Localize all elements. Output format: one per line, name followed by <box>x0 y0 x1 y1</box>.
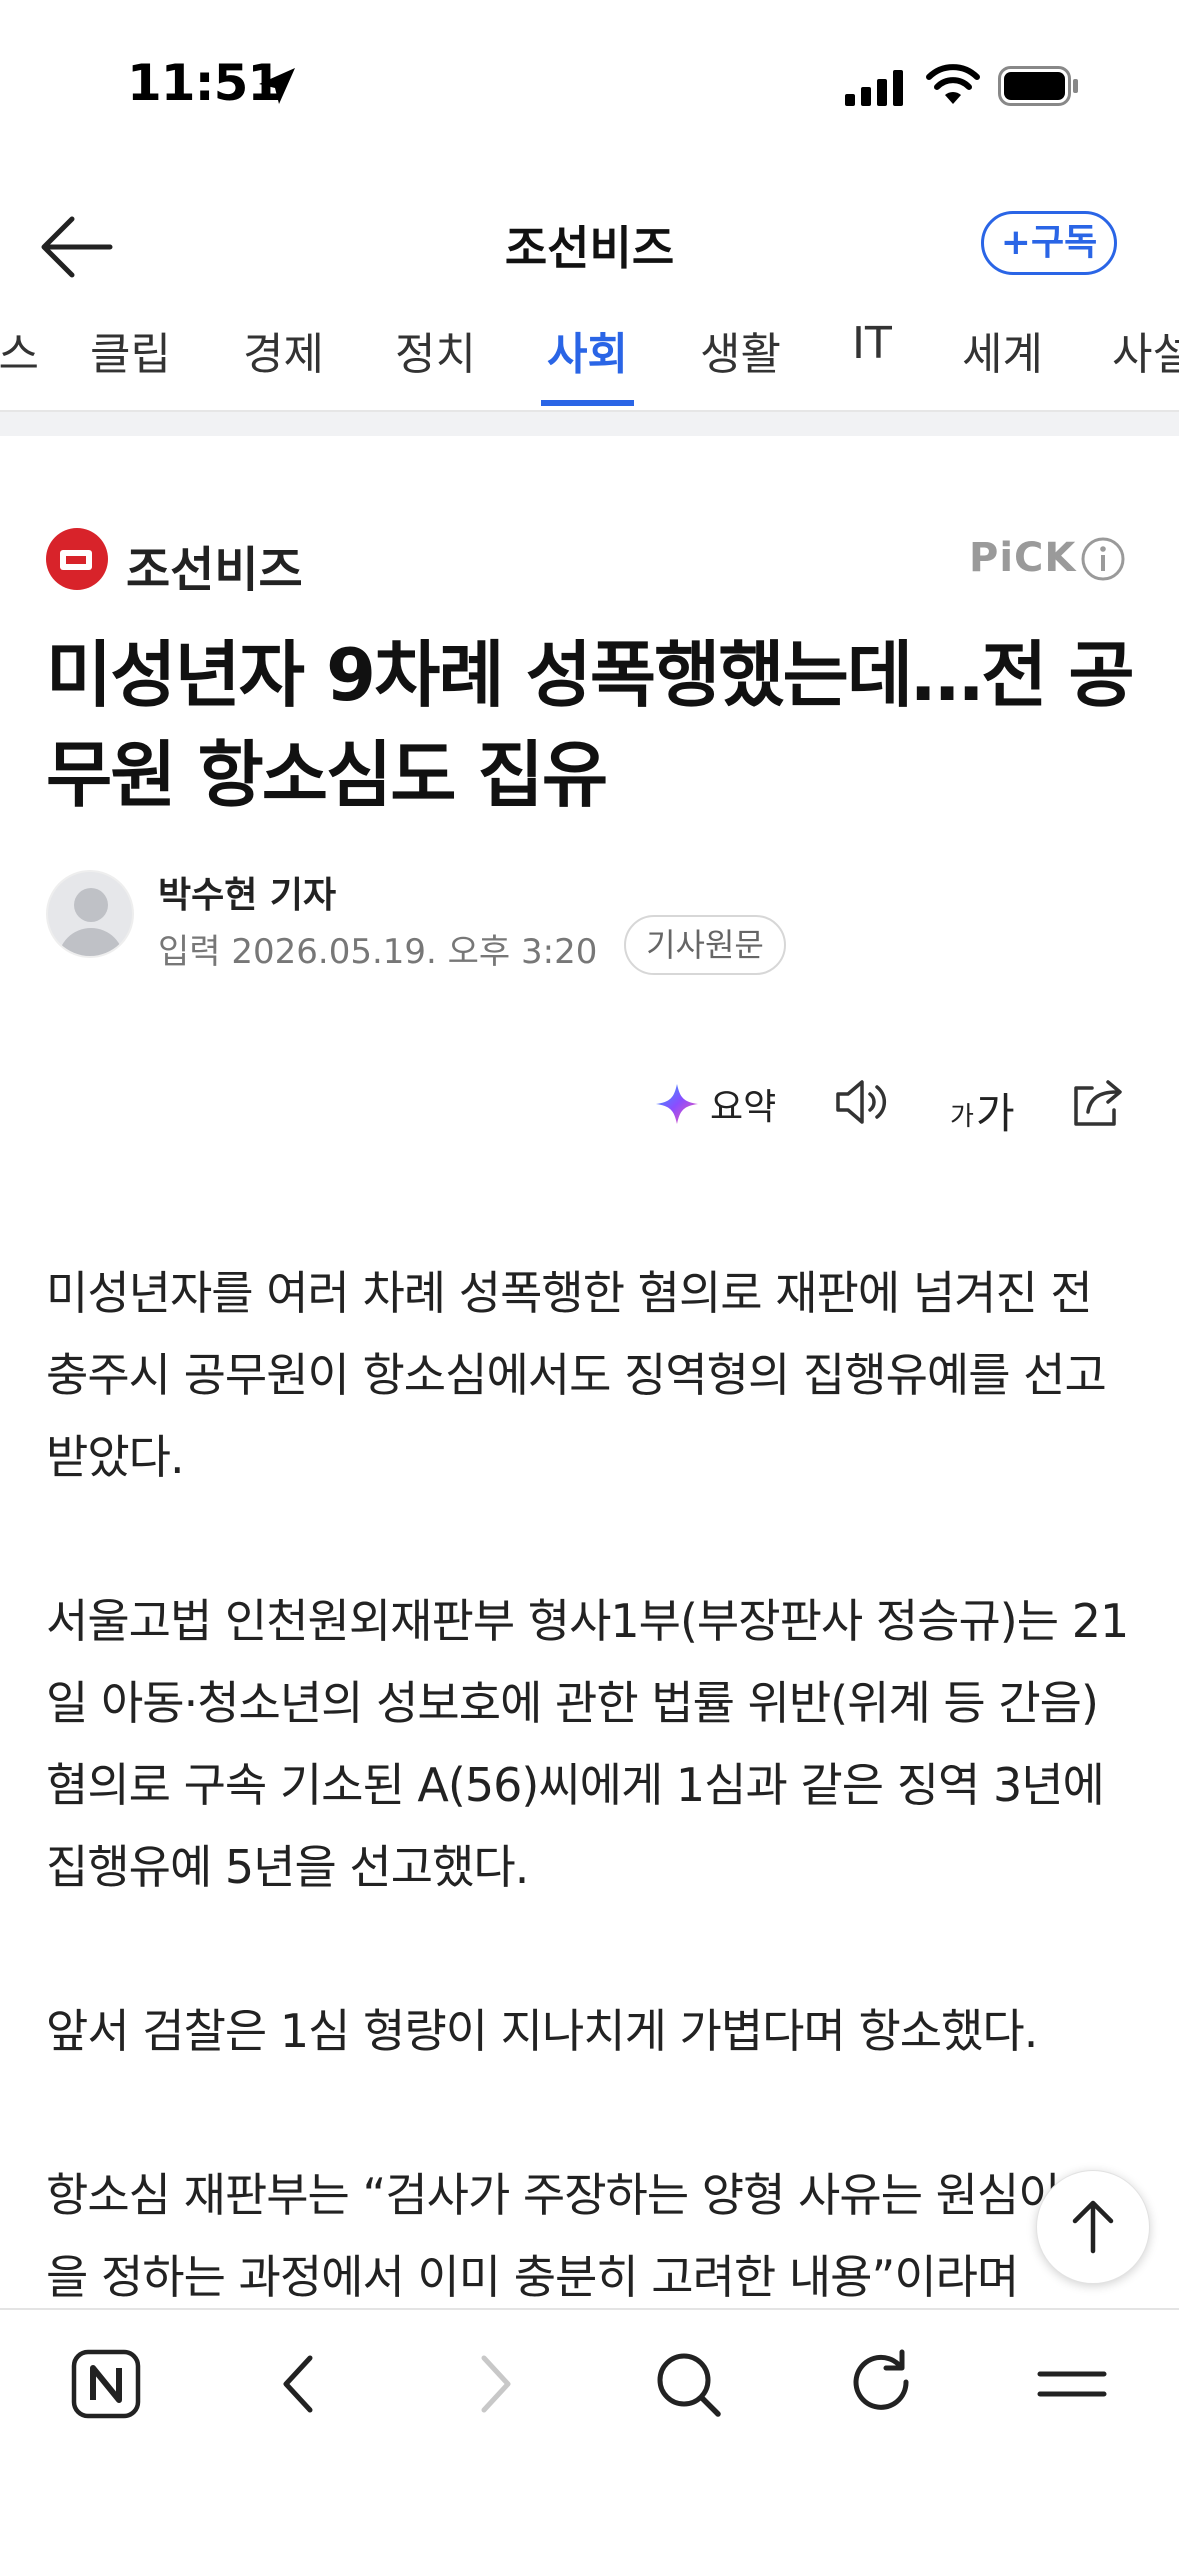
back-icon[interactable] <box>260 2344 340 2424</box>
press-name[interactable]: 조선비즈 <box>126 530 303 600</box>
location-arrow-icon <box>259 68 295 104</box>
battery-icon <box>998 66 1078 106</box>
scroll-to-top-button[interactable] <box>1036 2170 1150 2284</box>
tab-news[interactable]: 뉴스 <box>0 318 39 382</box>
section-separator <box>0 412 1179 436</box>
menu-icon[interactable] <box>1032 2344 1112 2424</box>
font-size-button[interactable]: 가 가 <box>950 1078 1020 1138</box>
tab-it[interactable]: IT <box>852 318 892 369</box>
article-body: 미성년자를 여러 차례 성폭행한 혐의로 재판에 넘겨진 전 충주시 공무원이 … <box>46 1252 1146 2400</box>
tab-clip[interactable]: 클립 <box>90 318 171 382</box>
reporter-name[interactable]: 박수현 기자 <box>158 866 336 918</box>
font-large-glyph: 가 <box>976 1089 1015 1138</box>
published-date: 입력 2026.05.19. 오후 3:20 <box>158 932 598 972</box>
pick-badge: PiCK <box>969 535 1077 581</box>
article-headline: 미성년자 9차례 성폭행했는데…전 공무원 항소심도 집유 <box>46 633 1135 817</box>
press-logo[interactable] <box>46 528 108 590</box>
tab-politics[interactable]: 정치 <box>395 318 476 382</box>
active-tab-indicator <box>541 400 634 406</box>
refresh-icon[interactable] <box>842 2344 922 2424</box>
forward-icon[interactable] <box>454 2344 534 2424</box>
article-paragraph: 앞서 검찰은 1심 형량이 지나치게 가볍다며 항소했다. <box>46 2004 1038 2058</box>
tab-economy[interactable]: 경제 <box>243 318 324 382</box>
tab-society[interactable]: 사회 <box>547 318 628 382</box>
article-paragraph: 미성년자를 여러 차례 성폭행한 혐의로 재판에 넘겨진 전 충주시 공무원이 … <box>46 1266 1107 1484</box>
original-article-button[interactable]: 기사원문 <box>624 915 786 975</box>
ai-summary-icon[interactable] <box>650 1074 704 1134</box>
article-paragraph: 항소심 재판부는 “검사가 주장하는 양형 사유는 원심이 형을 정하는 과정에… <box>46 2168 1116 2304</box>
cellular-signal-icon <box>845 70 903 106</box>
wifi-icon <box>926 64 980 104</box>
share-icon[interactable] <box>1068 1074 1128 1130</box>
search-icon[interactable] <box>648 2344 728 2424</box>
category-tabs: 뉴스 클립 경제 정치 사회 생활 IT 세계 사설 <box>0 300 1179 412</box>
subscribe-button[interactable]: +구독 <box>981 211 1117 275</box>
browser-toolbar <box>0 2308 1179 2558</box>
speaker-icon[interactable] <box>832 1074 894 1130</box>
info-icon[interactable] <box>1080 536 1126 582</box>
article-paragraph: 서울고법 인천원외재판부 형사1부(부장판사 정승규)는 21일 아동·청소년의… <box>46 1594 1129 1894</box>
reporter-avatar[interactable] <box>46 870 134 958</box>
tab-editorial[interactable]: 사설 <box>1112 318 1179 382</box>
tab-world[interactable]: 세계 <box>962 318 1043 382</box>
summary-label[interactable]: 요약 <box>710 1078 776 1130</box>
tab-life[interactable]: 생활 <box>700 318 781 382</box>
naver-icon[interactable] <box>66 2344 146 2424</box>
font-small-glyph: 가 <box>950 1102 974 1132</box>
